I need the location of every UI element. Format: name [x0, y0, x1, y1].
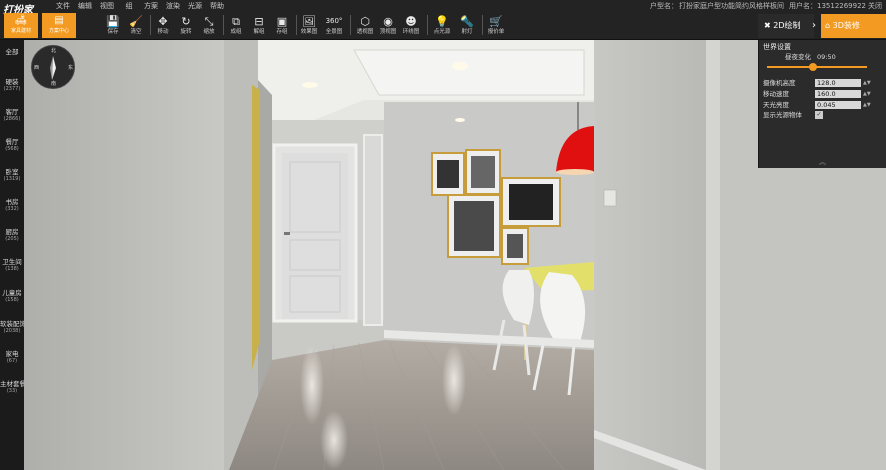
spotlight-button[interactable]: 🔦 射灯 [456, 14, 478, 38]
time-value: 09:50 [817, 53, 836, 61]
category-sidebar: 全部 硬装 (2377) 客厅 (2866) 餐厅 (568) 卧室 (1319) 书房… [0, 40, 26, 470]
sidebar-item-bathroom[interactable]: 卫生间 (138) [0, 258, 24, 272]
move-speed-spinner-icon[interactable]: ▲▼ [863, 90, 871, 98]
broom-icon: 🧹 [129, 15, 143, 28]
toolbar-divider [482, 15, 483, 35]
toolbar-divider [150, 15, 151, 35]
world-settings-panel: 世界设置 昼夜变化 09:50 摄像机高度 128.0 ▲▼ 移动速度 160.… [758, 40, 886, 168]
mode-2d-button[interactable]: ✖ 2D绘制 [758, 14, 814, 38]
render-image-icon: 🖼 [302, 15, 316, 28]
save-button[interactable]: 💾 保存 [102, 14, 124, 38]
interior-render [24, 40, 886, 470]
sofa-icon: 🛋 [14, 15, 28, 26]
sidebar-item-living-room[interactable]: 客厅 (2866) [0, 108, 24, 122]
save-icon: 💾 [106, 15, 120, 28]
perspective-icon: ⬡ [360, 15, 370, 28]
render-image-button[interactable]: 🖼 效果图 [298, 14, 320, 38]
orbit-view-button[interactable]: ☻ 环绕图 [400, 14, 422, 38]
camera-height-spinner-icon[interactable]: ▲▼ [863, 79, 871, 87]
quote-button[interactable]: 🛒 报价单 [485, 14, 507, 38]
menu-scheme[interactable]: 方案 [140, 1, 162, 11]
menu-file[interactable]: 文件 [52, 1, 74, 11]
menu-group[interactable]: 组 [118, 1, 140, 11]
show-light-objects-label: 显示光源物体 [763, 111, 802, 119]
sidebar-item-study[interactable]: 书房 (332) [0, 198, 24, 212]
compass-needle-icon [50, 56, 56, 80]
house-3d-icon: ⌂ [825, 21, 831, 30]
move-button[interactable]: ✥ 移动 [152, 14, 174, 38]
project-name: 打扮家庭户型功能简约风格样板间 [679, 2, 784, 10]
menu-light[interactable]: 光源 [184, 1, 206, 11]
skylight-brightness-label: 天光亮度 [763, 101, 789, 109]
project-label: 户型名： [650, 2, 678, 10]
move-speed-label: 移动速度 [763, 90, 789, 98]
sidebar-item-all[interactable]: 全部 [0, 48, 24, 56]
day-night-slider[interactable] [767, 66, 867, 68]
mode-3d-button[interactable]: ⌂ 3D装修 [821, 14, 886, 38]
scale-icon: ⤡ [204, 15, 214, 28]
day-night-slider-handle[interactable] [809, 63, 817, 71]
menu-render[interactable]: 渲染 [162, 1, 184, 11]
menu-help[interactable]: 帮助 [206, 1, 228, 11]
show-light-objects-checkbox[interactable]: ✓ [815, 111, 823, 119]
toolbar-divider [223, 15, 224, 35]
sidebar-item-soft-decor[interactable]: 软装配饰 (2038) [0, 320, 26, 334]
toolbar-divider [350, 15, 351, 35]
day-night-label: 昼夜变化 [785, 53, 811, 61]
close-button[interactable]: 关闭 [868, 2, 882, 11]
group-button[interactable]: ⧉ 成组 [225, 14, 247, 38]
toolbar-divider [427, 15, 428, 35]
sidebar-item-kids-room[interactable]: 儿童房 (158) [0, 289, 24, 303]
panorama-button[interactable]: 360° 全景图 [323, 14, 345, 38]
ungroup-icon: ⊟ [254, 15, 264, 28]
menu-view[interactable]: 视图 [96, 1, 118, 11]
top-view-button[interactable]: ◉ 顶视图 [377, 14, 399, 38]
draw-2d-icon: ✖ [764, 21, 771, 30]
point-light-button[interactable]: 💡 点光源 [431, 14, 453, 38]
orbit-view-icon: ☻ [405, 15, 417, 28]
panorama-icon: 360° [325, 17, 343, 25]
scheme-center-button[interactable]: ▤ 方案中心 [42, 13, 76, 38]
group-icon: ⧉ [232, 15, 240, 28]
menu-edit[interactable]: 编辑 [74, 1, 96, 11]
spotlight-icon: 🔦 [460, 15, 474, 28]
top-view-icon: ◉ [383, 15, 393, 28]
top-toolbar: 打扮家 文件 编辑 视图 组 方案 渲染 光源 帮助 户型名： 打扮家庭户型功能… [0, 0, 886, 40]
ungroup-button[interactable]: ⊟ 解组 [248, 14, 270, 38]
panel-title: 世界设置 [763, 43, 791, 51]
scale-button[interactable]: ⤡ 缩放 [198, 14, 220, 38]
furniture-materials-button[interactable]: 🛋 家具建材 [4, 13, 38, 38]
rotate-button[interactable]: ↻ 旋转 [175, 14, 197, 38]
3d-viewport[interactable] [24, 40, 886, 470]
sidebar-item-bedroom[interactable]: 卧室 (1319) [0, 168, 24, 182]
move-icon: ✥ [158, 15, 168, 28]
move-speed-input[interactable]: 160.0 [815, 90, 861, 98]
sidebar-item-material-package[interactable]: 主材套餐 (33) [0, 380, 26, 394]
menu-bar: 文件 编辑 视图 组 方案 渲染 光源 帮助 [52, 1, 228, 11]
chevron-right-icon: › [812, 20, 816, 31]
sidebar-item-appliances[interactable]: 家电 (67) [0, 350, 24, 364]
sidebar-item-kitchen[interactable]: 厨房 (205) [0, 228, 24, 242]
sidebar-item-dining-room[interactable]: 餐厅 (568) [0, 138, 24, 152]
camera-height-label: 摄像机高度 [763, 79, 796, 87]
compass-widget[interactable]: 北 南 东 西 [31, 45, 75, 89]
collapse-panel-icon[interactable]: ︽ [819, 157, 826, 167]
skylight-brightness-input[interactable]: 0.045 [815, 101, 861, 109]
point-light-icon: 💡 [435, 15, 449, 28]
toolbar-divider [296, 15, 297, 35]
save-group-icon: ▣ [276, 15, 288, 28]
perspective-view-button[interactable]: ⬡ 透视图 [354, 14, 376, 38]
user-name: 用户名：13512269922 [789, 2, 866, 10]
clear-button[interactable]: 🧹 清空 [125, 14, 147, 38]
document-icon: ▤ [54, 15, 64, 26]
camera-height-input[interactable]: 128.0 [815, 79, 861, 87]
save-group-button[interactable]: ▣ 存组 [271, 14, 293, 38]
rotate-icon: ↻ [181, 15, 191, 28]
sidebar-item-hard-decoration[interactable]: 硬装 (2377) [0, 78, 24, 92]
skylight-brightness-spinner-icon[interactable]: ▲▼ [863, 101, 871, 109]
quote-icon: 🛒 [489, 15, 503, 28]
